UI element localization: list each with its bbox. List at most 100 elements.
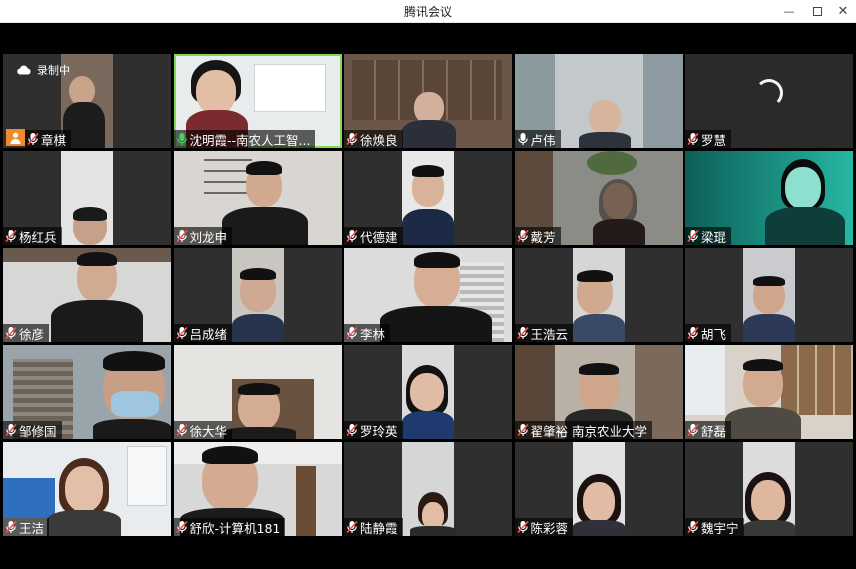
video-tile[interactable]: 戴芳 [514, 151, 683, 245]
video-tile[interactable]: 舒欣-计算机181 [173, 442, 342, 536]
video-tile[interactable]: 邹修国 [3, 345, 171, 439]
participant-name: 王浩云 [530, 326, 569, 342]
participant-name: 魏宇宁 [701, 520, 739, 536]
participant-name: 陆静霞 [360, 520, 398, 536]
mic-muted-icon [346, 520, 358, 534]
mic-muted-icon [687, 326, 699, 340]
minimize-icon: — [783, 4, 795, 18]
mic-muted-icon [687, 229, 699, 243]
video-tile[interactable]: 罗慧 [685, 54, 853, 148]
video-tile[interactable]: 徐焕良 [344, 54, 512, 148]
participant-name: 吕成绪 [189, 326, 228, 342]
participant-name: 罗玲英 [360, 423, 398, 439]
participant-name: 陈彩蓉 [530, 520, 569, 536]
maximize-icon [812, 6, 822, 16]
participant-nameplate: 罗慧 [685, 130, 732, 148]
participant-nameplate: 卢伟 [514, 130, 561, 148]
participant-nameplate: 戴芳 [514, 227, 561, 245]
video-tile[interactable]: 翟肇裕 南京农业大学 [514, 345, 683, 439]
participant-list-button[interactable] [6, 129, 25, 146]
participant-nameplate: 李林 [344, 324, 391, 342]
participant-nameplate: 魏宇宁 [685, 518, 744, 536]
participant-nameplate: 胡飞 [685, 324, 732, 342]
recording-indicator: 录制中 [17, 62, 70, 78]
mic-muted-icon [516, 520, 529, 534]
mic-muted-icon [5, 423, 17, 437]
video-tile[interactable]: 罗玲英 [344, 345, 512, 439]
participant-nameplate: 徐大华 [173, 421, 233, 439]
participant-name: 胡飞 [701, 326, 727, 342]
video-tile[interactable]: 代德建 [344, 151, 512, 245]
participant-nameplate: 徐焕良 [344, 130, 403, 148]
video-tile[interactable]: 录制中 章棋 [3, 54, 171, 148]
participant-name: 杨红兵 [19, 229, 57, 245]
video-tile[interactable]: 胡飞 [685, 248, 853, 342]
recording-label: 录制中 [37, 64, 70, 77]
participant-nameplate: 杨红兵 [3, 227, 62, 245]
video-tile[interactable]: 卢伟 [514, 54, 683, 148]
video-tile[interactable]: 吕成绪 [173, 248, 342, 342]
video-tile[interactable]: 沈明霞--南农人工智... [173, 54, 342, 148]
mic-muted-icon [5, 326, 17, 340]
close-icon: ✕ [837, 3, 849, 19]
mic-muted-icon [516, 423, 529, 437]
mic-muted-icon [516, 229, 529, 243]
mic-muted-icon [346, 229, 358, 243]
minimize-button[interactable]: — [776, 1, 802, 21]
participant-nameplate: 徐彦 [3, 324, 50, 342]
cloud-icon [17, 65, 31, 75]
mic-icon [517, 133, 528, 145]
video-tile[interactable]: 李林 [344, 248, 512, 342]
maximize-button[interactable] [804, 1, 830, 21]
video-tile[interactable]: 舒磊 [685, 345, 853, 439]
participant-name: 邹修国 [19, 423, 57, 439]
video-tile[interactable]: 王浩云 [514, 248, 683, 342]
video-tile[interactable]: 陆静霞 [344, 442, 512, 536]
participant-name: 徐彦 [19, 326, 45, 342]
video-tile[interactable]: 徐大华 [173, 345, 342, 439]
participant-name: 徐焕良 [360, 132, 398, 148]
participant-nameplate: 刘龙申 [173, 227, 233, 245]
mic-muted-icon [27, 132, 39, 146]
video-tile[interactable]: 梁琨 [685, 151, 853, 245]
video-tile[interactable]: 徐彦 [3, 248, 171, 342]
mic-muted-icon [687, 520, 699, 534]
participant-name: 罗慧 [701, 132, 727, 148]
mic-muted-icon [687, 132, 699, 146]
participant-nameplate: 沈明霞--南农人工智... [173, 130, 316, 148]
participant-name: 沈明霞--南农人工智... [189, 132, 311, 148]
mic-muted-icon [5, 229, 17, 243]
participant-name: 李林 [360, 326, 386, 342]
participant-name: 舒欣-计算机181 [189, 520, 281, 536]
participant-name: 舒磊 [701, 423, 727, 439]
meeting-stage: 录制中 章棋 沈明霞--南农人工智... 徐焕良 卢伟 罗慧 杨红兵 刘龙申 代… [0, 23, 856, 569]
participant-nameplate: 王洁 [3, 518, 50, 536]
close-button[interactable]: ✕ [830, 1, 856, 21]
participant-name: 卢伟 [530, 132, 556, 148]
video-tile[interactable]: 刘龙申 [173, 151, 342, 245]
video-tile[interactable]: 杨红兵 [3, 151, 171, 245]
participant-nameplate: 舒磊 [685, 421, 732, 439]
bottom-band [0, 540, 856, 569]
title-bar: 腾讯会议 — ✕ [0, 0, 856, 23]
participant-nameplate: 梁琨 [685, 227, 732, 245]
mic-muted-icon [346, 423, 358, 437]
mic-muted-icon [346, 326, 358, 340]
window-title: 腾讯会议 [403, 5, 452, 19]
participant-name: 章棋 [41, 132, 67, 148]
participant-name: 戴芳 [530, 229, 556, 245]
participant-nameplate: 陆静霞 [344, 518, 403, 536]
mic-muted-icon [687, 423, 699, 437]
video-grid: 录制中 章棋 沈明霞--南农人工智... 徐焕良 卢伟 罗慧 杨红兵 刘龙申 代… [3, 54, 853, 538]
mic-muted-icon [175, 229, 188, 243]
participant-nameplate: 罗玲英 [344, 421, 403, 439]
mic-muted-icon [516, 326, 529, 340]
participant-nameplate: 吕成绪 [173, 324, 233, 342]
video-tile[interactable]: 王洁 [3, 442, 171, 536]
video-tile[interactable]: 陈彩蓉 [514, 442, 683, 536]
video-tile[interactable]: 魏宇宁 [685, 442, 853, 536]
mic-muted-icon [175, 326, 188, 340]
participant-name: 徐大华 [189, 423, 228, 439]
mic-muted-icon [175, 423, 188, 437]
loading-spinner-icon [755, 79, 783, 108]
